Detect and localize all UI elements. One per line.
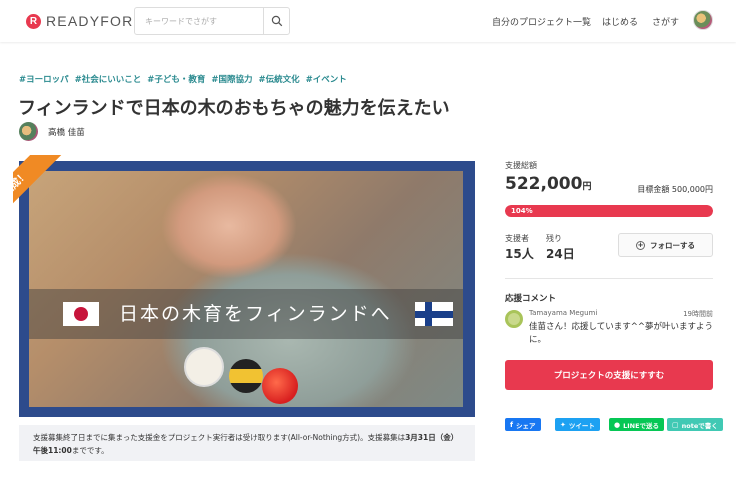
comment-user[interactable]: Tamayama Megumi bbox=[529, 309, 597, 317]
note-prefix: 支援募集終了日までに集まった支援金をプロジェクト実行者は受け取ります(All-o… bbox=[33, 433, 406, 442]
progress-percent: 104% bbox=[511, 207, 533, 215]
share-line-button[interactable]: ● LINEで送る bbox=[609, 418, 665, 431]
comments-title: 応援コメント bbox=[505, 294, 557, 304]
tag-list: #ヨーロッパ #社会にいいこと #子ども・教育 #国際協力 #伝統文化 #イベン… bbox=[19, 73, 347, 85]
funding-note: 支援募集終了日までに集まった支援金をプロジェクト実行者は受け取ります(All-o… bbox=[19, 425, 475, 461]
share-twitter-button[interactable]: ✦ ツイート bbox=[555, 418, 600, 431]
note-suffix: までです。 bbox=[71, 446, 109, 455]
total-label: 支援総額 bbox=[505, 161, 537, 170]
supporters-value: 15人 bbox=[505, 247, 534, 261]
comment-avatar[interactable] bbox=[505, 310, 523, 328]
follow-button[interactable]: + フォローする bbox=[618, 233, 713, 257]
tag-item[interactable]: #伝統文化 bbox=[259, 73, 300, 85]
logo-text: READYFOR bbox=[46, 13, 134, 29]
site-header: R READYFOR 自分のプロジェクト一覧 はじめる さがす bbox=[0, 0, 736, 42]
achieved-ribbon: 達成！ bbox=[13, 155, 105, 247]
search-input[interactable] bbox=[135, 8, 263, 34]
share-note-label: noteで書く bbox=[681, 421, 718, 430]
nav-start[interactable]: はじめる bbox=[602, 15, 638, 28]
share-twitter-label: ツイート bbox=[568, 421, 595, 430]
supporters-label: 支援者 bbox=[505, 234, 529, 243]
goal-amount: 目標金額 500,000円 bbox=[637, 185, 713, 194]
project-title: フィンランドで日本の木のおもちゃの魅力を伝えたい bbox=[18, 98, 450, 119]
search-button[interactable] bbox=[263, 8, 289, 34]
user-avatar[interactable] bbox=[693, 10, 713, 30]
comment-time: 19時間前 bbox=[683, 310, 713, 318]
tag-item[interactable]: #イベント bbox=[306, 73, 347, 85]
nav-my-projects[interactable]: 自分のプロジェクト一覧 bbox=[492, 15, 591, 28]
tag-item[interactable]: #国際協力 bbox=[211, 73, 252, 85]
share-facebook-button[interactable]: f シェア bbox=[505, 418, 541, 431]
japan-flag-icon bbox=[63, 302, 99, 326]
image-banner-text: 日本の木育をフィンランドへ bbox=[119, 303, 392, 325]
wooden-toy-striped bbox=[229, 359, 263, 393]
note-icon: ▢ bbox=[672, 420, 679, 429]
remaining-value: 24日 bbox=[546, 247, 575, 261]
search-box bbox=[134, 7, 290, 35]
readyfor-logo[interactable]: R READYFOR bbox=[26, 13, 133, 29]
twitter-icon: ✦ bbox=[560, 420, 566, 429]
achieved-ribbon-label: 達成！ bbox=[13, 155, 67, 235]
share-note-button[interactable]: ▢ noteで書く bbox=[667, 418, 723, 431]
finland-flag-icon bbox=[415, 302, 453, 326]
logo-mark-icon: R bbox=[26, 13, 41, 29]
progress-bar: 104% bbox=[505, 205, 713, 217]
remaining-label: 残り bbox=[546, 234, 562, 243]
line-icon: ● bbox=[614, 420, 621, 429]
nav-search[interactable]: さがす bbox=[652, 15, 679, 28]
support-project-button[interactable]: プロジェクトの支援にすすむ bbox=[505, 360, 713, 390]
tag-item[interactable]: #ヨーロッパ bbox=[19, 73, 69, 85]
owner-name[interactable]: 高橋 佳苗 bbox=[48, 126, 85, 138]
facebook-icon: f bbox=[510, 420, 514, 429]
tag-item[interactable]: #子ども・教育 bbox=[147, 73, 205, 85]
project-owner[interactable]: 高橋 佳苗 bbox=[19, 122, 85, 141]
wooden-toy-cup bbox=[184, 347, 224, 387]
total-unit: 円 bbox=[582, 182, 592, 192]
share-facebook-label: シェア bbox=[516, 421, 536, 430]
progress-bar-fill bbox=[505, 205, 713, 217]
search-icon bbox=[271, 15, 282, 27]
plus-circle-icon: + bbox=[636, 240, 645, 250]
follow-label: フォローする bbox=[650, 240, 695, 250]
wooden-toy-red bbox=[262, 368, 298, 404]
share-line-label: LINEで送る bbox=[623, 421, 660, 430]
tag-item[interactable]: #社会にいいこと bbox=[75, 73, 142, 85]
project-sidebar: 支援総額 522,000円 目標金額 500,000円 104% 支援者 15人… bbox=[505, 160, 723, 431]
owner-avatar[interactable] bbox=[19, 122, 38, 141]
total-amount: 522,000 bbox=[505, 174, 583, 194]
comment-text: 佳苗さん！応援しています^^夢が叶いますように。 bbox=[529, 322, 713, 345]
divider bbox=[505, 278, 713, 279]
